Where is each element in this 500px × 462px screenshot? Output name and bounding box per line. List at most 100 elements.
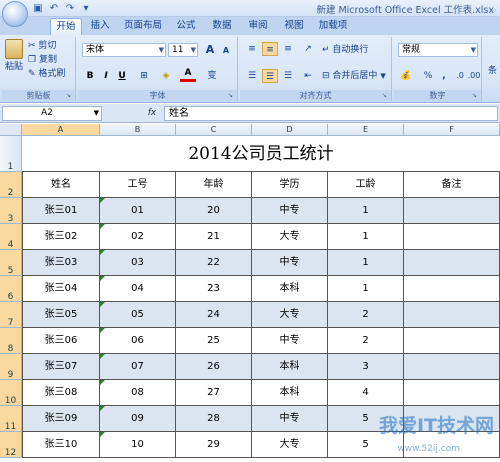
data-cell[interactable]: 张三08	[22, 380, 100, 406]
insert-function-button[interactable]: fx	[144, 106, 160, 121]
row-header-5[interactable]: 5	[0, 250, 22, 276]
select-all-corner[interactable]	[0, 124, 22, 136]
align-top-icon[interactable]: ≡	[244, 42, 260, 56]
data-cell[interactable]: 06	[100, 328, 176, 354]
data-cell[interactable]: 张三06	[22, 328, 100, 354]
data-cell[interactable]: 中专	[252, 328, 328, 354]
data-cell[interactable]: 04	[100, 276, 176, 302]
data-cell[interactable]: 本科	[252, 380, 328, 406]
data-cell[interactable]: 09	[100, 406, 176, 432]
tab-page-layout[interactable]: 页面布局	[120, 18, 166, 35]
data-cell[interactable]: 24	[176, 302, 252, 328]
data-cell[interactable]: 张三07	[22, 354, 100, 380]
data-cell[interactable]: 本科	[252, 354, 328, 380]
data-cell[interactable]: 中专	[252, 198, 328, 224]
row-header-8[interactable]: 8	[0, 328, 22, 354]
data-cell[interactable]: 22	[176, 250, 252, 276]
row-header-7[interactable]: 7	[0, 302, 22, 328]
data-cell[interactable]: 中专	[252, 406, 328, 432]
column-header-b[interactable]: B	[100, 124, 176, 136]
header-cell[interactable]: 姓名	[22, 172, 100, 198]
header-cell[interactable]: 工龄	[328, 172, 404, 198]
tab-formulas[interactable]: 公式	[172, 18, 200, 35]
data-cell[interactable]: 大专	[252, 302, 328, 328]
font-size-select[interactable]: 11 ▼	[168, 43, 198, 57]
format-painter-button[interactable]: ✎ 格式刷	[28, 68, 65, 80]
data-cell[interactable]: 张三03	[22, 250, 100, 276]
formula-input[interactable]: 姓名	[164, 106, 498, 121]
data-cell[interactable]: 张三02	[22, 224, 100, 250]
number-format-select[interactable]: 常规 ▼	[398, 43, 478, 57]
data-cell[interactable]: 25	[176, 328, 252, 354]
data-cell[interactable]: 本科	[252, 276, 328, 302]
cut-button[interactable]: ✂ 剪切	[28, 40, 56, 52]
data-cell[interactable]: 5	[328, 432, 404, 458]
data-cell[interactable]: 23	[176, 276, 252, 302]
tab-home[interactable]: 开始	[50, 18, 82, 35]
data-cell[interactable]: 08	[100, 380, 176, 406]
font-color-button[interactable]: A	[180, 68, 196, 82]
office-button[interactable]	[2, 1, 28, 27]
sheet-title-cell[interactable]: 2014公司员工统计	[22, 136, 500, 172]
data-cell[interactable]: 29	[176, 432, 252, 458]
save-icon[interactable]: ▣	[32, 3, 44, 15]
underline-button[interactable]: U	[114, 69, 130, 83]
align-center-icon[interactable]: ☰	[262, 69, 278, 83]
data-cell[interactable]: 3	[328, 354, 404, 380]
row-header-4[interactable]: 4	[0, 224, 22, 250]
column-header-c[interactable]: C	[176, 124, 252, 136]
column-header-d[interactable]: D	[252, 124, 328, 136]
data-cell[interactable]: 张三05	[22, 302, 100, 328]
column-header-e[interactable]: E	[328, 124, 404, 136]
font-launcher-icon[interactable]: ↘	[228, 92, 236, 100]
data-cell[interactable]: 1	[328, 250, 404, 276]
data-cell[interactable]: 张三04	[22, 276, 100, 302]
currency-icon[interactable]: 💰	[398, 69, 414, 83]
align-right-icon[interactable]: ☰	[280, 69, 296, 83]
data-cell[interactable]	[404, 224, 500, 250]
header-cell[interactable]: 学历	[252, 172, 328, 198]
row-header-1[interactable]: 1	[0, 136, 22, 172]
header-cell[interactable]: 年龄	[176, 172, 252, 198]
borders-icon[interactable]: ⊞	[136, 69, 152, 83]
data-cell[interactable]: 2	[328, 328, 404, 354]
wrap-text-button[interactable]: ↵ 自动换行	[322, 44, 368, 56]
undo-icon[interactable]: ↶	[48, 3, 60, 15]
number-launcher-icon[interactable]: ↘	[472, 92, 480, 100]
data-cell[interactable]: 2	[328, 302, 404, 328]
data-cell[interactable]: 20	[176, 198, 252, 224]
data-cell[interactable]	[404, 250, 500, 276]
data-cell[interactable]: 张三09	[22, 406, 100, 432]
data-cell[interactable]: 大专	[252, 432, 328, 458]
copy-button[interactable]: ❐ 复制	[28, 54, 57, 66]
decrease-decimal-icon[interactable]: .00	[466, 69, 482, 83]
data-cell[interactable]: 21	[176, 224, 252, 250]
tab-review[interactable]: 审阅	[244, 18, 272, 35]
data-cell[interactable]: 大专	[252, 224, 328, 250]
data-cell[interactable]	[404, 354, 500, 380]
data-cell[interactable]	[404, 380, 500, 406]
paste-button[interactable]: 粘贴	[4, 39, 24, 73]
data-cell[interactable]: 28	[176, 406, 252, 432]
bold-button[interactable]: B	[82, 69, 98, 83]
redo-icon[interactable]: ↷	[64, 3, 76, 15]
column-header-f[interactable]: F	[404, 124, 500, 136]
column-header-a[interactable]: A	[22, 124, 100, 136]
row-header-2[interactable]: 2	[0, 172, 22, 198]
row-header-10[interactable]: 10	[0, 380, 22, 406]
data-cell[interactable]: 1	[328, 198, 404, 224]
data-cell[interactable]: 27	[176, 380, 252, 406]
worksheet-grid[interactable]: A B C D E F 1 2 3 4 5 6 7 8 9 10 11 12 2014公司员工统计 姓名 工号 年龄 学历工…	[0, 124, 500, 462]
data-cell[interactable]: 1	[328, 224, 404, 250]
data-cell[interactable]: 张三01	[22, 198, 100, 224]
data-cell[interactable]: 03	[100, 250, 176, 276]
data-cell[interactable]: 07	[100, 354, 176, 380]
align-bottom-icon[interactable]: ≡	[280, 42, 296, 56]
tab-data[interactable]: 数据	[208, 18, 236, 35]
tab-insert[interactable]: 插入	[86, 18, 114, 35]
phonetic-button[interactable]: 变	[204, 69, 220, 83]
clipboard-launcher-icon[interactable]: ↘	[66, 92, 74, 100]
grow-font-button[interactable]: A	[202, 43, 218, 57]
data-cell[interactable]: 02	[100, 224, 176, 250]
font-name-select[interactable]: 宋体 ▼	[82, 43, 166, 57]
